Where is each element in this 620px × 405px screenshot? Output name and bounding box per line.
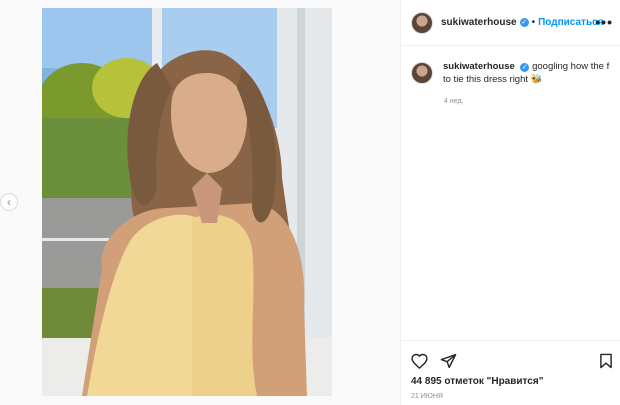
- post-date[interactable]: 21 июня: [411, 393, 443, 400]
- caption-avatar[interactable]: [411, 62, 433, 84]
- caption-comment: sukiwaterhouse ✓ googling how the f to t…: [411, 60, 616, 86]
- more-options-icon[interactable]: •••: [595, 14, 613, 30]
- post-header: sukiwaterhouse ✓ • Подписаться •••: [401, 0, 620, 46]
- caption-body: sukiwaterhouse ✓ googling how the f to t…: [443, 60, 613, 86]
- paper-plane-icon[interactable]: [440, 353, 457, 369]
- likes-count[interactable]: 44 895 отметок "Нравится": [411, 376, 543, 387]
- post-photo[interactable]: [42, 8, 332, 396]
- post-side-panel: sukiwaterhouse ✓ • Подписаться ••• sukiw…: [400, 0, 620, 405]
- bookmark-icon[interactable]: [599, 353, 613, 369]
- post-actions: 44 895 отметок "Нравится" 21 июня: [401, 340, 620, 405]
- verified-badge-icon: ✓: [519, 18, 529, 27]
- carousel-prev-button[interactable]: ‹: [0, 193, 18, 211]
- follow-button[interactable]: Подписаться: [538, 17, 603, 28]
- caption-username[interactable]: sukiwaterhouse: [443, 61, 515, 72]
- heart-icon[interactable]: [411, 353, 428, 369]
- author-username[interactable]: sukiwaterhouse: [441, 17, 517, 28]
- author-avatar[interactable]: [411, 11, 433, 34]
- post-modal: ‹ sukiwaterhouse ✓ • Подписаться ••• suk…: [0, 0, 620, 405]
- caption-time[interactable]: 4 нед.: [444, 98, 463, 105]
- header-separator: •: [531, 17, 536, 28]
- photo-illustration: [42, 8, 332, 396]
- verified-badge-icon: ✓: [520, 63, 530, 72]
- action-icons-group: [411, 353, 457, 369]
